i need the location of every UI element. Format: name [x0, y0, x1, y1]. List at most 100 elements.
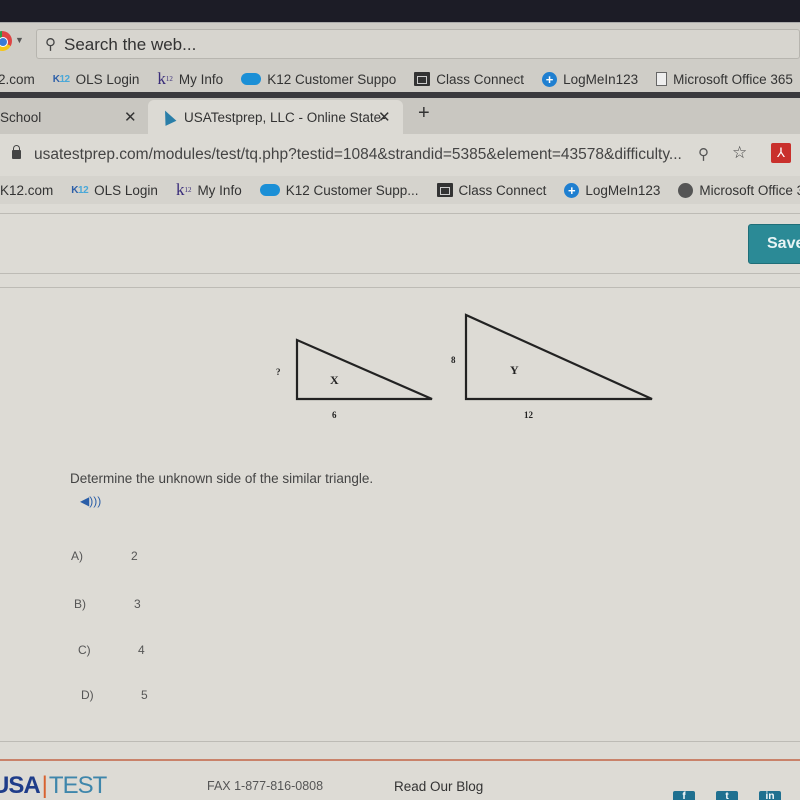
bookmark-label: OLS Login — [94, 182, 158, 198]
triangle-x: X ? 6 — [276, 338, 433, 420]
bookmark-my-info[interactable]: k 12 My Info — [176, 180, 242, 200]
choice-letter: C) — [78, 643, 91, 657]
k12-logo-icon: K 12 — [52, 73, 70, 85]
similar-triangles-figure: X ? 6 Y 8 12 — [276, 313, 653, 420]
usatestprep-logo[interactable]: USA|TEST — [0, 772, 107, 800]
zoom-icon[interactable]: ⚲ — [698, 145, 709, 163]
k12-k-icon: k 12 — [175, 180, 192, 199]
tab-label: USATestprep, LLC - Online State- — [184, 109, 386, 125]
triangle-x-label: X — [330, 373, 339, 387]
bookmark-k12-customer-support[interactable]: K12 Customer Supp... — [259, 182, 419, 198]
triangle-y-shape — [464, 313, 653, 401]
bookmark-k12-customer-support[interactable]: K12 Customer Suppo — [241, 72, 396, 87]
chrome-logo-icon[interactable] — [0, 31, 12, 51]
bookmark-label: Class Connect — [436, 71, 525, 87]
answer-choice-d[interactable]: D) 5 — [81, 688, 148, 702]
save-button[interactable]: Save — [748, 224, 800, 264]
web-search-input[interactable]: ⚲ Search the web... — [36, 29, 800, 59]
outer-toolbar: ▼ ⚲ Search the web... — [0, 22, 800, 66]
answer-choice-b[interactable]: B) 3 — [74, 597, 141, 611]
web-search-placeholder: Search the web... — [64, 35, 197, 54]
globe-icon — [678, 182, 694, 198]
question-text: Determine the unknown side of the simila… — [70, 471, 374, 486]
video-camera-icon — [436, 183, 453, 197]
triangle-x-base-label: 6 — [332, 410, 337, 420]
tab-label: School — [0, 109, 42, 125]
address-bar[interactable]: usatestprep.com/modules/test/tq.php?test… — [0, 134, 800, 176]
twitter-icon[interactable]: t — [716, 791, 738, 800]
bookmark-label: K12.com — [0, 182, 54, 198]
bookmark-k12-com[interactable]: 2.com — [0, 72, 35, 87]
plus-circle-icon: + — [564, 182, 580, 198]
divider — [0, 741, 800, 742]
screen-bezel — [0, 0, 800, 22]
bookmark-class-connect[interactable]: Class Connect — [436, 182, 547, 198]
usatestprep-favicon-icon — [159, 108, 177, 126]
bookmark-label: OLS Login — [75, 71, 140, 87]
close-icon[interactable]: ✕ — [124, 108, 137, 126]
read-our-blog-link[interactable]: Read Our Blog — [394, 779, 483, 794]
bookmark-label: Microsoft Office 365 — [699, 182, 800, 198]
bookmark-label: LogMeIn123 — [585, 182, 661, 198]
bookmark-label: My Info — [178, 71, 224, 87]
bookmark-microsoft-office-365[interactable]: Microsoft Office 365 — [678, 182, 800, 198]
linkedin-icon[interactable]: in — [759, 791, 781, 800]
divider — [0, 287, 800, 288]
tab-strip: School ✕ USATestprep, LLC - Online State… — [0, 98, 800, 134]
bookmark-label: 2.com — [0, 71, 35, 87]
divider — [0, 273, 800, 274]
bookmark-k12-com[interactable]: K12.com — [0, 183, 53, 198]
salesforce-cloud-icon — [241, 73, 262, 85]
adobe-pdf-icon[interactable]: ⅄ — [771, 143, 791, 163]
document-icon — [656, 72, 668, 86]
chevron-down-icon[interactable]: ▼ — [15, 35, 24, 45]
k12-logo-icon: K 12 — [71, 184, 89, 196]
bookmark-label: LogMeIn123 — [563, 71, 639, 87]
choice-value: 3 — [134, 597, 141, 611]
logo-test: TEST — [48, 772, 107, 799]
speaker-icon[interactable]: ◀))) — [80, 494, 101, 508]
plus-circle-icon: + — [542, 71, 558, 87]
divider — [0, 213, 800, 214]
bookmark-star-icon[interactable]: ☆ — [732, 143, 747, 163]
salesforce-cloud-icon — [259, 184, 280, 196]
bookmarks-bar: K12.com K 12 OLS Login k 12 My Info K12 Cu… — [0, 176, 800, 204]
bookmark-ols-login[interactable]: K 12 OLS Login — [53, 72, 140, 87]
triangle-y-height-label: 8 — [451, 355, 456, 365]
tab-usatestprep[interactable]: USATestprep, LLC - Online State- ✕ — [148, 100, 403, 134]
facebook-icon[interactable]: f — [673, 791, 695, 800]
close-icon[interactable]: ✕ — [378, 108, 391, 126]
footer-divider — [0, 759, 800, 761]
tab-school[interactable]: School ✕ — [0, 100, 148, 134]
search-icon: ⚲ — [45, 36, 56, 53]
logo-divider: | — [41, 772, 48, 799]
k12-k-icon: k 12 — [157, 69, 173, 88]
bookmark-label: My Info — [197, 182, 242, 198]
choice-value: 2 — [131, 549, 138, 563]
fax-number: FAX 1-877-816-0808 — [207, 779, 324, 793]
bookmark-logmein123[interactable]: + LogMeIn123 — [564, 182, 661, 198]
lock-icon[interactable] — [12, 145, 21, 159]
bookmark-logmein123[interactable]: + LogMeIn123 — [542, 71, 639, 87]
bookmark-label: Class Connect — [458, 182, 547, 198]
choice-value: 4 — [138, 643, 145, 657]
choice-letter: A) — [71, 549, 83, 563]
triangle-y-label: Y — [510, 363, 519, 377]
bookmark-label: K12 Customer Supp... — [285, 182, 419, 198]
bookmark-microsoft-office-365[interactable]: Microsoft Office 365 — [656, 72, 793, 87]
outer-bookmarks-bar: 2.com K 12 OLS Login k 12 My Info K12 Cust… — [0, 66, 800, 92]
bookmark-class-connect[interactable]: Class Connect — [414, 72, 524, 87]
video-camera-icon — [414, 72, 431, 86]
answer-choice-c[interactable]: C) 4 — [78, 643, 145, 657]
new-tab-button[interactable]: + — [418, 102, 430, 125]
bookmark-ols-login[interactable]: K 12 OLS Login — [71, 183, 158, 198]
answer-choice-a[interactable]: A) 2 — [71, 549, 138, 563]
triangle-x-height-label: ? — [276, 367, 281, 377]
page-content — [0, 204, 800, 800]
bookmark-label: Microsoft Office 365 — [673, 71, 793, 87]
url-text[interactable]: usatestprep.com/modules/test/tq.php?test… — [34, 146, 682, 164]
triangle-y: Y 8 12 — [451, 313, 653, 420]
triangle-y-base-label: 12 — [524, 410, 534, 420]
choice-value: 5 — [141, 688, 148, 702]
bookmark-my-info[interactable]: k 12 My Info — [157, 69, 223, 89]
